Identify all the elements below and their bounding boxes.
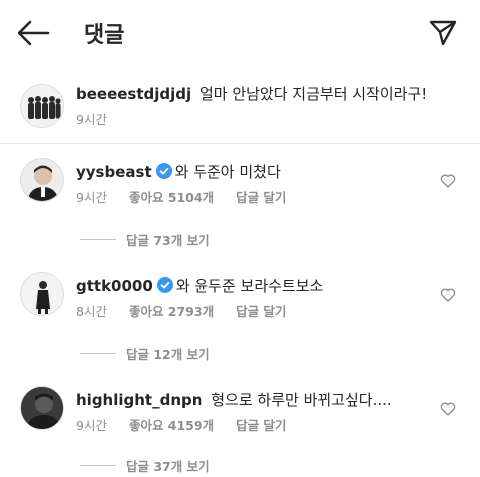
comment-time: 9시간 [76,418,107,433]
heart-icon[interactable] [440,401,456,417]
comment-username[interactable]: yysbeast [76,163,152,181]
comment-text: 형으로 하루만 바뀌고싶다.... [211,391,392,409]
header-bar: 댓글 [0,0,480,66]
paper-plane-icon[interactable] [428,19,458,47]
group-photo-icon [21,85,63,127]
caption-username[interactable]: beeeestdjdjdj [76,85,191,103]
post-caption: beeeestdjdjdj 얼마 안남았다 지금부터 시작이라구! 9시간 [0,70,480,140]
divider [80,464,116,466]
heart-icon[interactable] [440,173,456,189]
verified-badge-icon [156,277,173,293]
likes-count[interactable]: 좋아요 5104개 [129,190,214,206]
verified-badge-icon [155,163,172,179]
divider [0,143,480,144]
profile-photo-icon [21,159,63,201]
likes-count[interactable]: 좋아요 4159개 [129,418,214,434]
likes-count[interactable]: 좋아요 2793개 [129,304,214,320]
reply-button[interactable]: 답글 달기 [236,190,286,206]
caption-time: 9시간 [76,112,107,127]
view-replies-button[interactable]: 답글 73개 보기 [80,230,210,248]
view-replies-label: 답글 12개 보기 [126,346,210,362]
comment-text: 와 두준아 미쳤다 [174,163,281,181]
view-replies-button[interactable]: 답글 37개 보기 [80,456,210,474]
profile-photo-icon [21,273,63,315]
view-replies-button[interactable]: 답글 12개 보기 [80,344,210,362]
comment-text: 와 윤두준 보라수트보소 [175,277,324,295]
avatar[interactable] [20,386,64,430]
avatar[interactable] [20,158,64,202]
divider [80,238,116,240]
heart-icon[interactable] [440,287,456,303]
comment-username[interactable]: gttk0000 [76,277,153,295]
reply-button[interactable]: 답글 달기 [236,418,286,434]
profile-photo-icon [21,387,63,429]
comment-username[interactable]: highlight_dnpn [76,391,202,409]
avatar[interactable] [20,84,64,128]
view-replies-label: 답글 73개 보기 [126,232,210,248]
caption-text: 얼마 안남았다 지금부터 시작이라구! [199,85,428,103]
comment-time: 8시간 [76,304,107,319]
arrow-left-icon[interactable] [16,19,50,47]
comment-time: 9시간 [76,190,107,205]
divider [80,352,116,354]
page-title: 댓글 [84,23,125,48]
view-replies-label: 답글 37개 보기 [126,458,210,474]
reply-button[interactable]: 답글 달기 [236,304,286,320]
avatar[interactable] [20,272,64,316]
